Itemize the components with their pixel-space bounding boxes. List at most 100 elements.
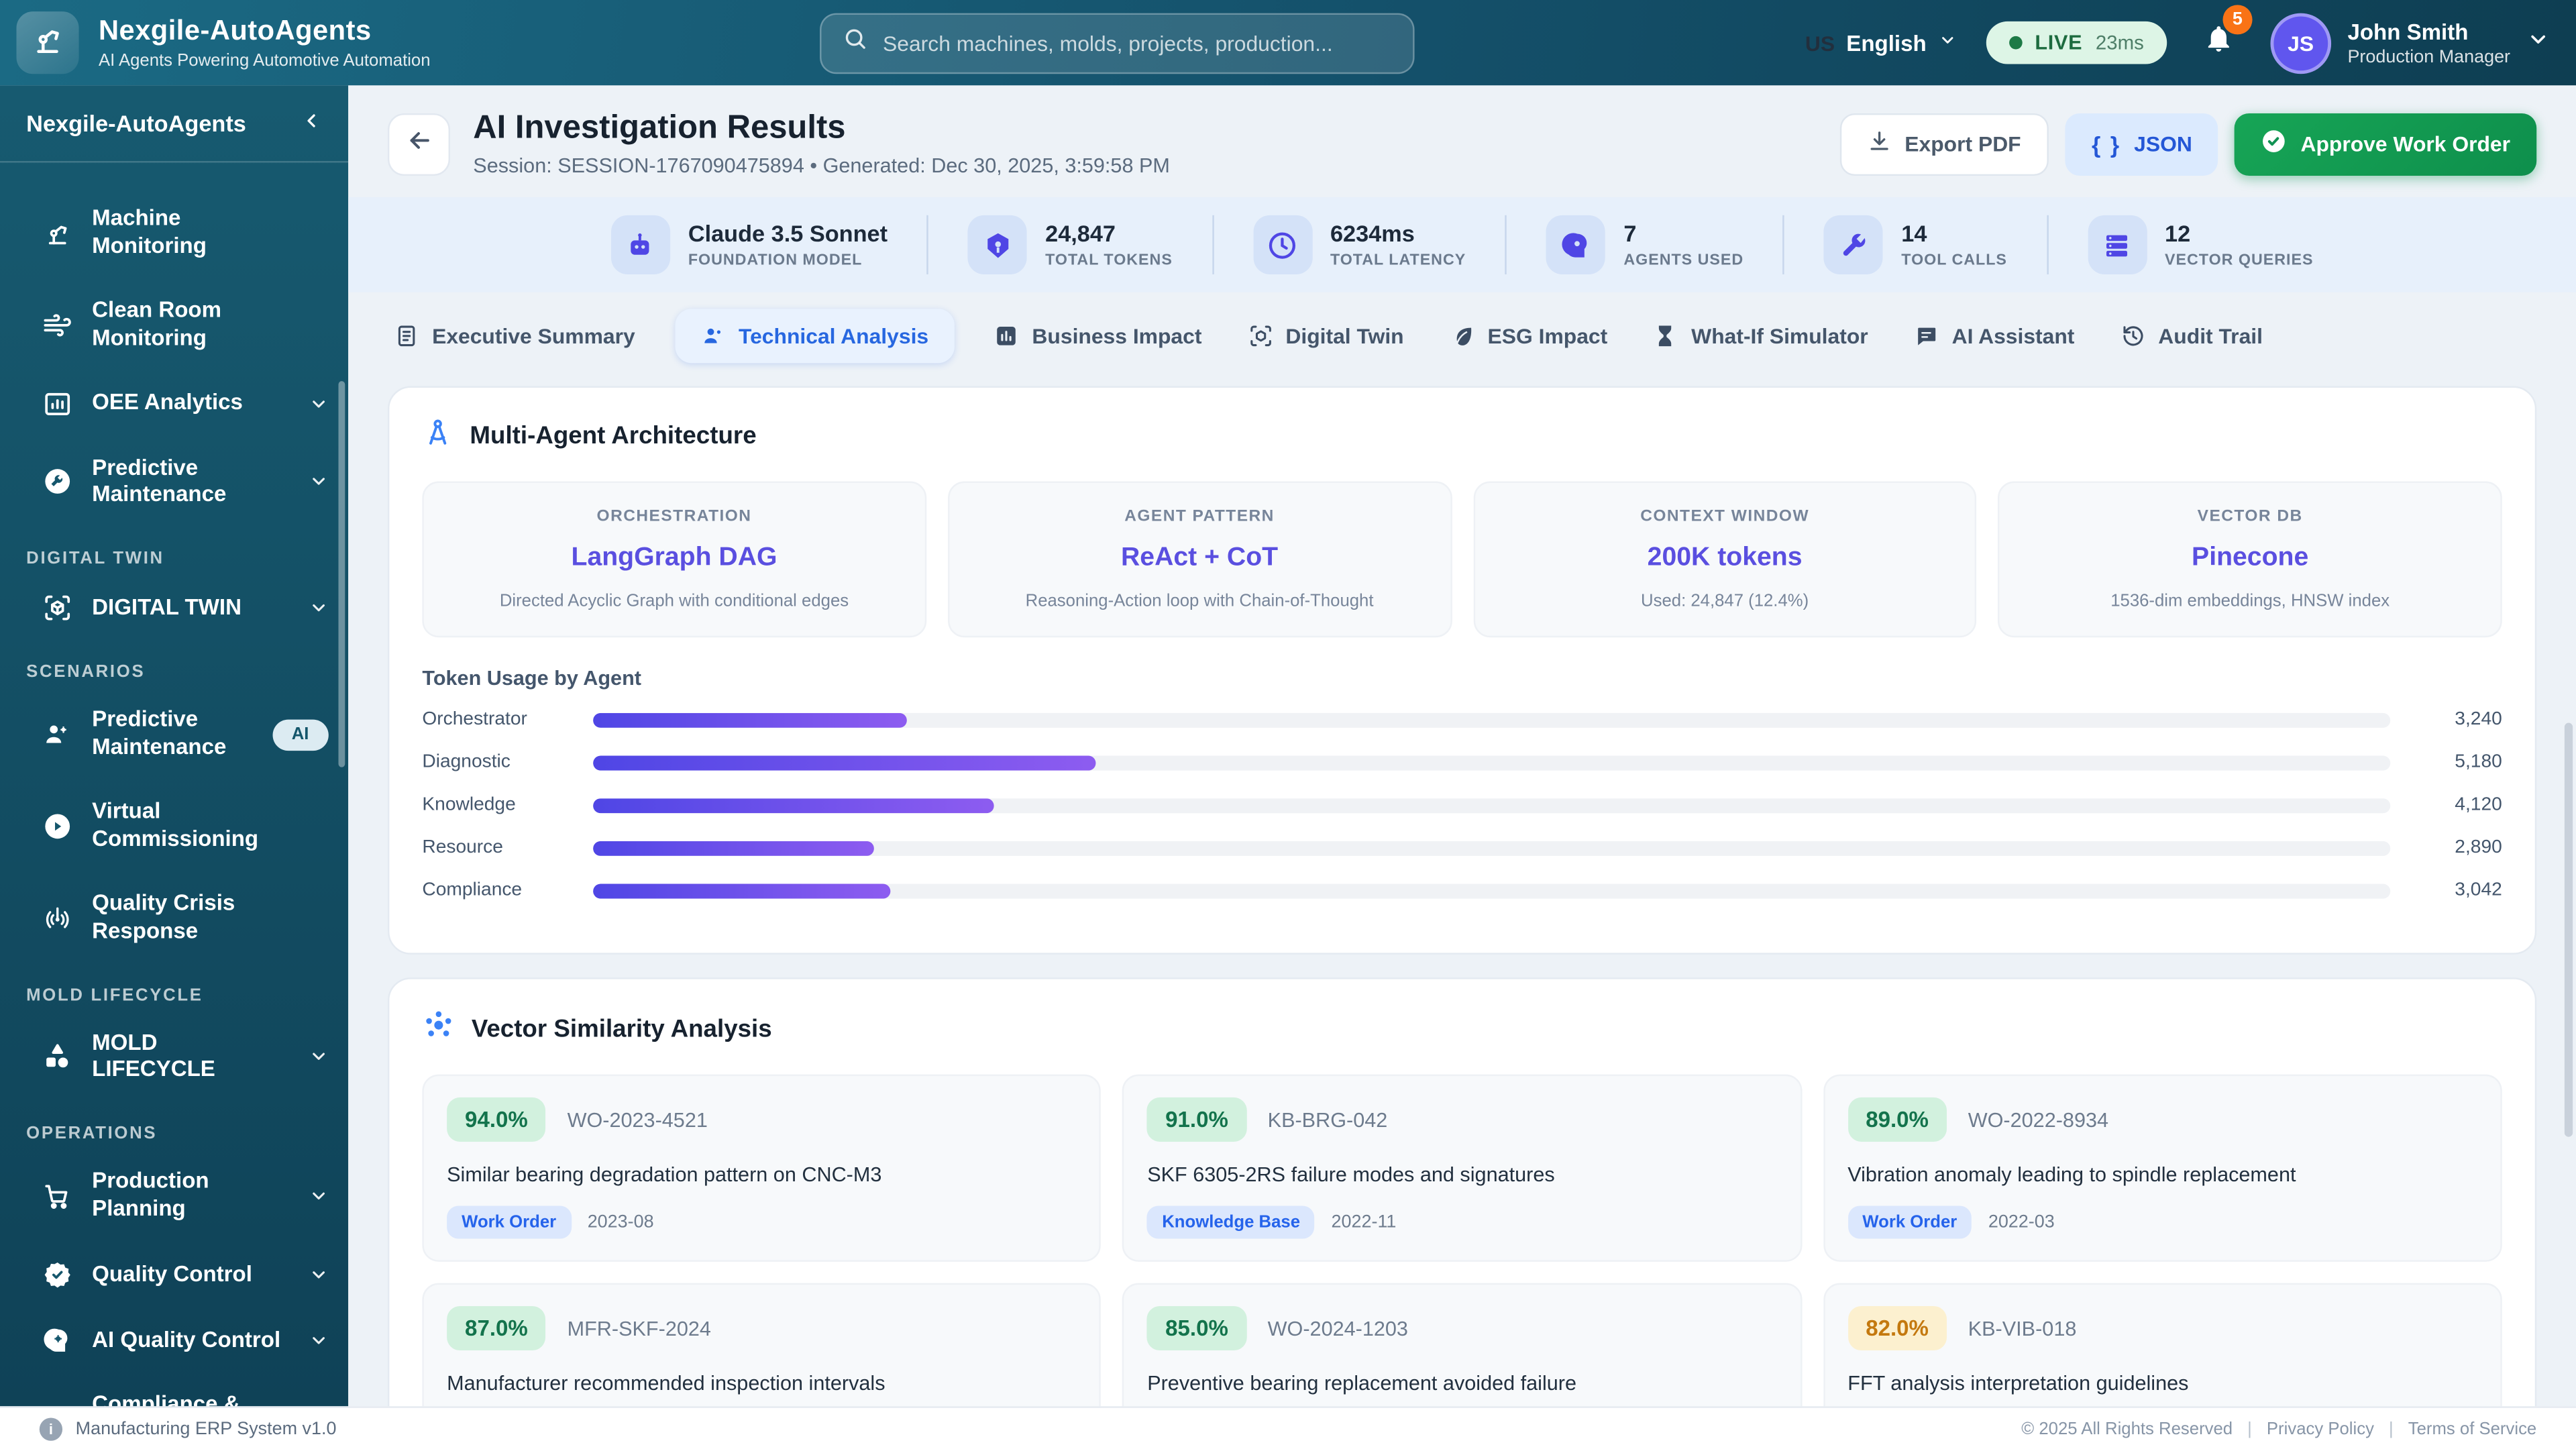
bar-track — [593, 883, 2391, 898]
wrench-icon — [1824, 215, 1884, 274]
app-identity: Nexgile-AutoAgents AI Agents Powering Au… — [99, 15, 431, 70]
token-usage-row: Knowledge 4,120 — [422, 795, 2502, 815]
sidebar-section-operations: OPERATIONS — [26, 1124, 158, 1144]
vector-result-card: 85.0% WO-2024-1203 Preventive bearing re… — [1122, 1283, 1802, 1407]
chevron-down-icon — [2527, 27, 2550, 58]
notification-count-badge: 5 — [2222, 5, 2253, 35]
tab-executive-summary[interactable]: Executive Summary — [388, 309, 642, 363]
robot-arm-icon — [43, 218, 72, 248]
sidebar-scrollbar[interactable] — [338, 381, 345, 767]
tab-business-impact[interactable]: Business Impact — [987, 309, 1208, 363]
main-scrollbar[interactable] — [2564, 722, 2573, 1137]
wind-icon — [43, 310, 72, 339]
search-input[interactable] — [883, 30, 1393, 56]
tab-technical-analysis[interactable]: Technical Analysis — [674, 309, 955, 364]
divider — [1505, 215, 1507, 274]
multi-agent-architecture-card: Multi-Agent Architecture ORCHESTRATION L… — [387, 386, 2537, 955]
main-content: AI Investigation Results Session: SESSIO… — [348, 85, 2576, 1407]
similarity-score-badge: 87.0% — [447, 1305, 546, 1351]
global-search[interactable] — [820, 12, 1415, 73]
record-id: WO-2024-1203 — [1267, 1316, 1408, 1340]
token-icon — [968, 215, 1028, 274]
vector-similarity-card: Vector Similarity Analysis 94.0% WO-2023… — [387, 977, 2537, 1407]
record-description: FFT analysis interpretation guidelines — [1847, 1371, 2189, 1395]
stat-total-latency: 6234ms TOTAL LATENCY — [1252, 215, 1466, 274]
terms-of-service-link[interactable]: Terms of Service — [2408, 1419, 2536, 1438]
wrench-circle-icon — [43, 467, 72, 496]
history-clock-icon — [2121, 323, 2145, 348]
footer-left: i Manufacturing ERP System v1.0 — [39, 1417, 337, 1440]
brain-gear-icon — [43, 1326, 72, 1355]
similarity-score-badge: 94.0% — [447, 1097, 546, 1142]
footer-app-version: Manufacturing ERP System v1.0 — [75, 1418, 337, 1439]
back-button[interactable] — [387, 112, 451, 175]
similarity-score-badge: 91.0% — [1147, 1097, 1246, 1142]
user-info: John Smith Production Manager — [2347, 19, 2510, 66]
bar-fill — [593, 797, 994, 813]
sidebar-item-production-planning[interactable]: Production Planning — [0, 1152, 348, 1240]
chevron-down-icon — [1938, 28, 1956, 58]
user-menu[interactable]: JS John Smith Production Manager — [2270, 12, 2549, 73]
page-title-block: AI Investigation Results Session: SESSIO… — [473, 110, 1170, 177]
tab-esg-impact[interactable]: ESG Impact — [1443, 309, 1614, 363]
sidebar-item-digital-twin[interactable]: DIGITAL TWIN — [0, 577, 348, 639]
sidebar-item-clean-room-monitoring[interactable]: Clean Room Monitoring — [0, 280, 348, 369]
sidebar: Nexgile-AutoAgents Machine Monitoring Cl… — [0, 85, 349, 1407]
sidebar-item-quality-crisis-response[interactable]: Quality Crisis Response — [0, 873, 348, 962]
sidebar-item-machine-monitoring[interactable]: Machine Monitoring — [0, 189, 348, 278]
sidebar-item-mold-lifecycle[interactable]: MOLD LIFECYCLE — [0, 1013, 348, 1102]
tab-ai-assistant[interactable]: AI Assistant — [1907, 309, 2081, 363]
sidebar-section-mold-lifecycle: MOLD LIFECYCLE — [26, 985, 203, 1005]
live-label: LIVE — [2035, 31, 2083, 54]
tab-digital-twin[interactable]: Digital Twin — [1241, 309, 1410, 363]
chevron-down-icon — [309, 394, 328, 413]
cart-icon — [43, 1181, 72, 1211]
privacy-policy-link[interactable]: Privacy Policy — [2267, 1419, 2374, 1438]
sidebar-item-predictive-maintenance-ai[interactable]: Predictive Maintenance AI — [0, 690, 348, 779]
tab-audit-trail[interactable]: Audit Trail — [2114, 309, 2269, 363]
chevron-down-icon — [309, 1186, 328, 1205]
sidebar-item-oee-analytics[interactable]: OEE Analytics — [0, 372, 348, 435]
notifications-button[interactable]: 5 — [2196, 5, 2253, 66]
json-button[interactable]: { } JSON — [2065, 112, 2219, 175]
cube-scan-icon — [1248, 323, 1273, 348]
export-pdf-button[interactable]: Export PDF — [1840, 112, 2049, 175]
approve-work-order-button[interactable]: Approve Work Order — [2235, 112, 2537, 175]
sidebar-item-quality-control[interactable]: Quality Control — [0, 1244, 348, 1306]
similarity-score-badge: 85.0% — [1147, 1305, 1246, 1351]
vector-results-grid: 94.0% WO-2023-4521 Similar bearing degra… — [422, 1074, 2502, 1407]
crisis-target-icon — [43, 903, 72, 932]
users-gear-icon — [701, 323, 726, 348]
compass-icon — [422, 417, 453, 455]
record-type-badge: Knowledge Base — [1147, 1205, 1316, 1239]
sidebar-item-virtual-commissioning[interactable]: Virtual Commissioning — [0, 782, 348, 871]
header-actions: Export PDF { } JSON Approve Work Order — [1840, 112, 2537, 175]
record-id: WO-2023-4521 — [567, 1108, 708, 1132]
app-window: Nexgile-AutoAgents AI Agents Powering Au… — [0, 0, 2576, 1449]
token-usage-row: Resource 2,890 — [422, 837, 2502, 858]
shapes-icon — [43, 1042, 72, 1072]
sidebar-collapse-button[interactable] — [301, 110, 322, 136]
token-usage-title: Token Usage by Agent — [422, 667, 641, 690]
stat-total-tokens: 24,847 TOTAL TOKENS — [968, 215, 1173, 274]
stats-strip: Claude 3.5 Sonnet FOUNDATION MODEL 24,84… — [348, 197, 2576, 292]
scrollable-content[interactable]: Multi-Agent Architecture ORCHESTRATION L… — [348, 363, 2576, 1407]
architecture-grid: ORCHESTRATION LangGraph DAG Directed Acy… — [422, 481, 2502, 638]
tab-what-if-simulator[interactable]: What-If Simulator — [1647, 309, 1874, 363]
divider — [1212, 215, 1214, 274]
record-description: SKF 6305-2RS failure modes and signature… — [1147, 1163, 1555, 1187]
search-area — [450, 12, 1786, 73]
page-title: AI Investigation Results — [473, 110, 846, 146]
chevron-down-icon — [309, 1331, 328, 1350]
language-label: English — [1846, 30, 1927, 56]
arrow-left-icon — [405, 125, 433, 162]
language-selector[interactable]: US English — [1805, 28, 1956, 58]
sidebar-title: Nexgile-AutoAgents — [26, 110, 246, 137]
similarity-score-badge: 82.0% — [1847, 1305, 1947, 1351]
sidebar-item-compliance-audit[interactable]: Compliance & Audit — [0, 1375, 348, 1406]
separator: | — [2247, 1418, 2252, 1439]
sidebar-item-predictive-maintenance[interactable]: Predictive Maintenance — [0, 438, 348, 527]
vector-result-card: 82.0% KB-VIB-018 FFT analysis interpreta… — [1823, 1283, 2502, 1407]
arch-card-context-window: CONTEXT WINDOW 200K tokens Used: 24,847 … — [1472, 481, 1977, 638]
sidebar-item-ai-quality-control[interactable]: AI Quality Control — [0, 1309, 348, 1372]
